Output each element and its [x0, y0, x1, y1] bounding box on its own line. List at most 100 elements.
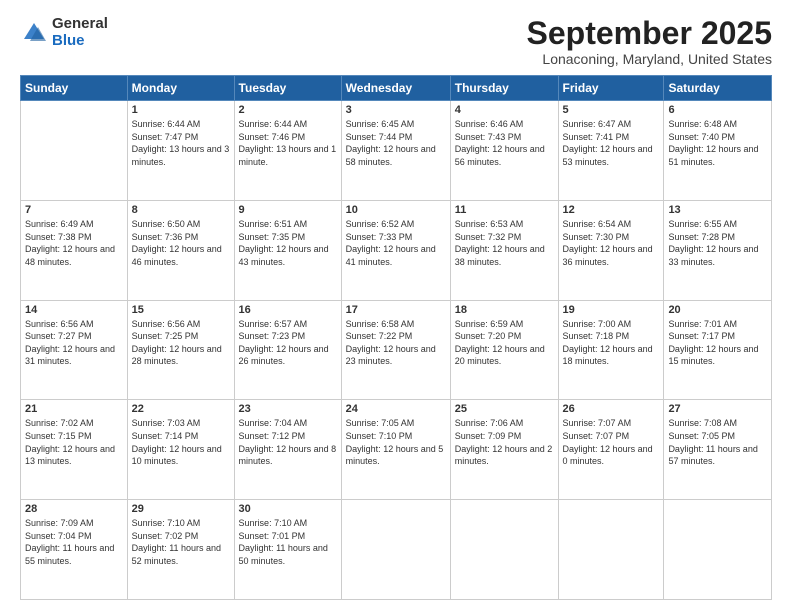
day-number: 24 — [346, 403, 446, 415]
table-row — [21, 101, 128, 201]
logo-blue-text: Blue — [52, 33, 108, 50]
day-info: Sunrise: 6:50 AMSunset: 7:36 PMDaylight:… — [132, 218, 230, 268]
day-info: Sunrise: 7:04 AMSunset: 7:12 PMDaylight:… — [239, 417, 337, 467]
calendar-week-row: 1Sunrise: 6:44 AMSunset: 7:47 PMDaylight… — [21, 101, 772, 201]
day-number: 8 — [132, 204, 230, 216]
day-number: 25 — [455, 403, 554, 415]
day-info: Sunrise: 6:57 AMSunset: 7:23 PMDaylight:… — [239, 318, 337, 368]
col-sunday: Sunday — [21, 76, 128, 101]
day-info: Sunrise: 6:46 AMSunset: 7:43 PMDaylight:… — [455, 118, 554, 168]
table-row: 27 Sunrise: 7:08 AMSunset: 7:05 PMDayligh… — [664, 400, 772, 500]
day-number: 9 — [239, 204, 337, 216]
day-number: 17 — [346, 304, 446, 316]
table-row: 6 Sunrise: 6:48 AMSunset: 7:40 PMDaylight… — [664, 101, 772, 201]
calendar-page: General Blue September 2025 Lonaconing, … — [0, 0, 792, 612]
day-info: Sunrise: 7:03 AMSunset: 7:14 PMDaylight:… — [132, 417, 230, 467]
table-row: 5 Sunrise: 6:47 AMSunset: 7:41 PMDaylight… — [558, 101, 664, 201]
day-info: Sunrise: 6:55 AMSunset: 7:28 PMDaylight:… — [668, 218, 767, 268]
col-wednesday: Wednesday — [341, 76, 450, 101]
day-info: Sunrise: 6:44 AMSunset: 7:46 PMDaylight:… — [239, 118, 337, 168]
table-row — [558, 500, 664, 600]
table-row: 18 Sunrise: 6:59 AMSunset: 7:20 PMDayligh… — [450, 300, 558, 400]
day-info: Sunrise: 6:49 AMSunset: 7:38 PMDaylight:… — [25, 218, 123, 268]
day-info: Sunrise: 6:54 AMSunset: 7:30 PMDaylight:… — [563, 218, 660, 268]
day-number: 21 — [25, 403, 123, 415]
day-info: Sunrise: 7:09 AMSunset: 7:04 PMDaylight:… — [25, 517, 123, 567]
col-thursday: Thursday — [450, 76, 558, 101]
table-row: 17Sunrise: 6:58 AMSunset: 7:22 PMDayligh… — [341, 300, 450, 400]
calendar-table: Sunday Monday Tuesday Wednesday Thursday… — [20, 75, 772, 600]
day-number: 18 — [455, 304, 554, 316]
calendar-week-row: 21 Sunrise: 7:02 AMSunset: 7:15 PMDayligh… — [21, 400, 772, 500]
table-row: 25 Sunrise: 7:06 AMSunset: 7:09 PMDayligh… — [450, 400, 558, 500]
day-number: 5 — [563, 104, 660, 116]
table-row: 15Sunrise: 6:56 AMSunset: 7:25 PMDayligh… — [127, 300, 234, 400]
day-info: Sunrise: 7:01 AMSunset: 7:17 PMDaylight:… — [668, 318, 767, 368]
table-row: 16 Sunrise: 6:57 AMSunset: 7:23 PMDayligh… — [234, 300, 341, 400]
day-number: 30 — [239, 503, 337, 515]
day-number: 12 — [563, 204, 660, 216]
day-info: Sunrise: 7:10 AMSunset: 7:01 PMDaylight:… — [239, 517, 337, 567]
day-info: Sunrise: 6:56 AMSunset: 7:27 PMDaylight:… — [25, 318, 123, 368]
table-row: 3Sunrise: 6:45 AMSunset: 7:44 PMDaylight… — [341, 101, 450, 201]
col-friday: Friday — [558, 76, 664, 101]
day-number: 13 — [668, 204, 767, 216]
table-row — [450, 500, 558, 600]
day-number: 14 — [25, 304, 123, 316]
logo-text: General Blue — [52, 16, 108, 49]
table-row: 8 Sunrise: 6:50 AMSunset: 7:36 PMDaylight… — [127, 200, 234, 300]
table-row — [341, 500, 450, 600]
day-info: Sunrise: 7:08 AMSunset: 7:05 PMDaylight:… — [668, 417, 767, 467]
day-info: Sunrise: 6:56 AMSunset: 7:25 PMDaylight:… — [132, 318, 230, 368]
day-number: 4 — [455, 104, 554, 116]
table-row: 28 Sunrise: 7:09 AMSunset: 7:04 PMDayligh… — [21, 500, 128, 600]
day-info: Sunrise: 7:02 AMSunset: 7:15 PMDaylight:… — [25, 417, 123, 467]
table-row: 13 Sunrise: 6:55 AMSunset: 7:28 PMDayligh… — [664, 200, 772, 300]
table-row: 30 Sunrise: 7:10 AMSunset: 7:01 PMDayligh… — [234, 500, 341, 600]
day-info: Sunrise: 7:07 AMSunset: 7:07 PMDaylight:… — [563, 417, 660, 467]
table-row: 14 Sunrise: 6:56 AMSunset: 7:27 PMDayligh… — [21, 300, 128, 400]
day-info: Sunrise: 7:05 AMSunset: 7:10 PMDaylight:… — [346, 417, 446, 467]
table-row: 23 Sunrise: 7:04 AMSunset: 7:12 PMDayligh… — [234, 400, 341, 500]
top-section: General Blue September 2025 Lonaconing, … — [20, 16, 772, 67]
table-row: 26 Sunrise: 7:07 AMSunset: 7:07 PMDayligh… — [558, 400, 664, 500]
day-number: 26 — [563, 403, 660, 415]
day-info: Sunrise: 6:47 AMSunset: 7:41 PMDaylight:… — [563, 118, 660, 168]
day-number: 27 — [668, 403, 767, 415]
day-number: 22 — [132, 403, 230, 415]
table-row: 7Sunrise: 6:49 AMSunset: 7:38 PMDaylight… — [21, 200, 128, 300]
day-number: 1 — [132, 104, 230, 116]
day-number: 20 — [668, 304, 767, 316]
day-number: 10 — [346, 204, 446, 216]
table-row: 24 Sunrise: 7:05 AMSunset: 7:10 PMDayligh… — [341, 400, 450, 500]
day-number: 29 — [132, 503, 230, 515]
day-number: 16 — [239, 304, 337, 316]
table-row: 1Sunrise: 6:44 AMSunset: 7:47 PMDaylight… — [127, 101, 234, 201]
calendar-week-row: 7Sunrise: 6:49 AMSunset: 7:38 PMDaylight… — [21, 200, 772, 300]
location: Lonaconing, Maryland, United States — [527, 51, 772, 67]
day-number: 19 — [563, 304, 660, 316]
table-row — [664, 500, 772, 600]
day-info: Sunrise: 6:48 AMSunset: 7:40 PMDaylight:… — [668, 118, 767, 168]
logo-general-text: General — [52, 16, 108, 33]
table-row: 4 Sunrise: 6:46 AMSunset: 7:43 PMDaylight… — [450, 101, 558, 201]
table-row: 20 Sunrise: 7:01 AMSunset: 7:17 PMDayligh… — [664, 300, 772, 400]
day-info: Sunrise: 6:51 AMSunset: 7:35 PMDaylight:… — [239, 218, 337, 268]
day-info: Sunrise: 7:00 AMSunset: 7:18 PMDaylight:… — [563, 318, 660, 368]
day-info: Sunrise: 7:10 AMSunset: 7:02 PMDaylight:… — [132, 517, 230, 567]
logo: General Blue — [20, 16, 108, 49]
day-info: Sunrise: 6:59 AMSunset: 7:20 PMDaylight:… — [455, 318, 554, 368]
table-row: 11Sunrise: 6:53 AMSunset: 7:32 PMDayligh… — [450, 200, 558, 300]
table-row: 10 Sunrise: 6:52 AMSunset: 7:33 PMDayligh… — [341, 200, 450, 300]
day-number: 28 — [25, 503, 123, 515]
day-info: Sunrise: 7:06 AMSunset: 7:09 PMDaylight:… — [455, 417, 554, 467]
day-info: Sunrise: 6:45 AMSunset: 7:44 PMDaylight:… — [346, 118, 446, 168]
day-number: 6 — [668, 104, 767, 116]
day-number: 23 — [239, 403, 337, 415]
col-monday: Monday — [127, 76, 234, 101]
day-info: Sunrise: 6:52 AMSunset: 7:33 PMDaylight:… — [346, 218, 446, 268]
month-title: September 2025 — [527, 16, 772, 51]
calendar-week-row: 28 Sunrise: 7:09 AMSunset: 7:04 PMDayligh… — [21, 500, 772, 600]
table-row: 22 Sunrise: 7:03 AMSunset: 7:14 PMDayligh… — [127, 400, 234, 500]
day-number: 2 — [239, 104, 337, 116]
